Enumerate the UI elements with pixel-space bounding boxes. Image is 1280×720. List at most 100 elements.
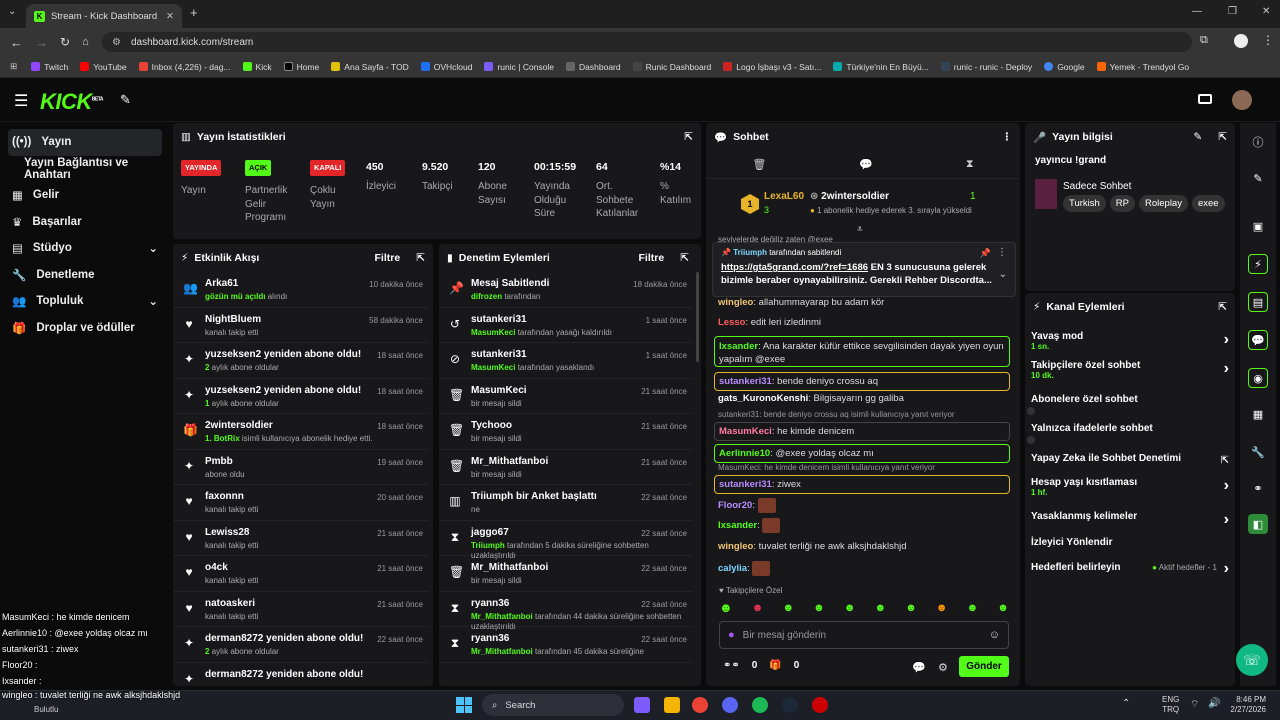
- emote-icon[interactable]: ☻: [875, 602, 887, 614]
- chat-message[interactable]: sutankeri31: ziwex: [714, 475, 1010, 494]
- emoji-picker-icon[interactable]: ☺: [989, 629, 1000, 641]
- stream-tag[interactable]: RP: [1109, 195, 1135, 212]
- activity-event-row[interactable]: ♥ faxonnn kanalı takip etti 20 saat önce: [173, 485, 429, 521]
- activity-event-row[interactable]: ✦ Pmbb abone oldu 19 saat önce: [173, 450, 429, 485]
- pin-tool-icon[interactable]: ✎: [120, 92, 131, 108]
- channel-action-row[interactable]: Yapay Zeka ile Sohbet Denetimi ⇱: [1031, 453, 1229, 466]
- moderation-row[interactable]: ⧗ jaggo67 Triiumph tarafından 5 dakika sür…: [439, 521, 693, 560]
- volume-icon[interactable]: 🔊: [1208, 698, 1220, 709]
- emote-icon[interactable]: ☻: [782, 602, 794, 614]
- reload-icon[interactable]: ↻: [60, 35, 70, 49]
- chat-username[interactable]: wingleo: [718, 541, 753, 552]
- moderation-scrollbar[interactable]: [696, 272, 699, 362]
- moderation-row[interactable]: 🗑 Tychooo bir mesajı sildi 21 saat önce: [439, 414, 693, 450]
- bookmark-item[interactable]: Türkiye'nin En Büyü...: [833, 62, 929, 72]
- moderation-row[interactable]: ⊘ sutankeri31 MasumKeci tarafından yasakla…: [439, 343, 693, 379]
- bookmark-item[interactable]: Twitch: [31, 62, 68, 72]
- chat-username[interactable]: Aerlinnie10: [719, 448, 770, 459]
- obs-icon[interactable]: [812, 697, 828, 713]
- chevron-right-icon[interactable]: ›: [1224, 477, 1229, 495]
- wrench-icon[interactable]: 🔧: [1248, 442, 1268, 462]
- bookmark-item[interactable]: Runic Dashboard: [632, 62, 711, 72]
- microphone-icon[interactable]: ●: [728, 629, 735, 641]
- chat-username[interactable]: MasumKeci: [719, 426, 772, 437]
- chat-tab-icon[interactable]: 💬: [859, 158, 873, 171]
- stream-tag[interactable]: Roleplay: [1139, 195, 1188, 212]
- moderation-row[interactable]: 🗑 Mr_Mithatfanboi bir mesajı sildi 22 saat …: [439, 556, 693, 592]
- top-gifter-name[interactable]: LexaL60: [764, 191, 804, 202]
- chat-input[interactable]: ● Bir mesaj gönderin ☺: [719, 621, 1009, 649]
- moderation-row[interactable]: ▥ Triiumph bir Anket başlattı ne 22 saat ön…: [439, 485, 693, 521]
- sidebar-item-yayin[interactable]: ((•)) Yayın: [8, 129, 162, 156]
- sidebar-item-stream-key[interactable]: Yayın Bağlantısı ve Anahtarı: [0, 156, 170, 183]
- chat-bubble-icon[interactable]: 💬: [912, 661, 926, 674]
- chat-username[interactable]: calylia: [718, 563, 747, 574]
- chat-username[interactable]: sutankeri31: [719, 479, 772, 490]
- bookmark-item[interactable]: runic | Console: [484, 62, 554, 72]
- channel-action-row[interactable]: Hesap yaşı kısıtlaması 1 hf. ›: [1031, 477, 1229, 497]
- moderation-row[interactable]: ⧗ ryann36 Mr_Mithatfanboi tarafından 44 da…: [439, 592, 693, 631]
- edit-icon[interactable]: ✎: [1193, 131, 1202, 143]
- support-icon[interactable]: ☏: [1236, 644, 1268, 676]
- chat-settings-icon[interactable]: ⚙: [938, 661, 948, 674]
- bookmark-item[interactable]: Google: [1044, 62, 1085, 72]
- channel-action-row[interactable]: Abonelere özel sohbet: [1031, 394, 1229, 405]
- emote-icon[interactable]: ☻: [844, 602, 856, 614]
- sidebar-item-gelir[interactable]: ▦ Gelir: [0, 182, 170, 209]
- document-icon[interactable]: ▤: [1248, 292, 1268, 312]
- popout-icon[interactable]: ⇱: [684, 131, 693, 143]
- activity-event-row[interactable]: 🎁 2wintersoldier 1. BotRix isimli kullanıc…: [173, 414, 429, 450]
- channel-action-row[interactable]: Yavaş mod 1 sn. ›: [1031, 331, 1229, 351]
- minimize-icon[interactable]: —: [1192, 6, 1202, 17]
- activity-event-row[interactable]: ✦ derman8272 yeniden abone oldu! 2 aylık a…: [173, 627, 429, 663]
- sidebar-item-droplar[interactable]: 🎁 Droplar ve ödüller: [0, 315, 170, 342]
- bookmark-item[interactable]: Logo İşbaşı v3 - Satı...: [723, 62, 821, 72]
- chat-username[interactable]: gats_KuronoKenshi: [718, 393, 808, 404]
- bookmark-item[interactable]: Inbox (4,226) - dag...: [138, 62, 231, 72]
- pinned-link[interactable]: https://gta5grand.com/?ref=1686: [721, 262, 868, 273]
- user-avatar[interactable]: [1232, 90, 1252, 110]
- moderation-row[interactable]: 🗑 MasumKeci bir mesajı sildi 21 saat önce: [439, 379, 693, 414]
- active-goals[interactable]: ● Aktif hedefler - 1: [1152, 563, 1217, 572]
- users-icon[interactable]: ⚭⚭: [723, 660, 740, 671]
- moderation-row[interactable]: ⧗ ryann36 Mr_Mithatfanboi tarafından 45 da…: [439, 627, 693, 663]
- pinned-menu-icon[interactable]: ⋮: [997, 247, 1007, 258]
- chat-menu-icon[interactable]: ⋮: [1002, 131, 1013, 143]
- forward-icon[interactable]: →: [35, 35, 48, 50]
- activity-event-row[interactable]: ✦ yuzseksen2 yeniden abone oldu! 1 aylık a…: [173, 379, 429, 414]
- chevron-right-icon[interactable]: ›: [1224, 560, 1229, 578]
- weather-label[interactable]: Bulutlu: [34, 705, 58, 714]
- back-icon[interactable]: ←: [10, 35, 23, 50]
- activity-event-row[interactable]: ✦ yuzseksen2 yeniden abone oldu! 2 aylık a…: [173, 343, 429, 379]
- chevron-right-icon[interactable]: ›: [1224, 360, 1229, 378]
- site-info-icon[interactable]: ⚙: [112, 37, 121, 48]
- chat-message[interactable]: Aerlinnie10: @exee yoldaş olcaz mı: [714, 444, 1010, 463]
- save-icon[interactable]: ▦: [1248, 404, 1268, 424]
- browser-tab[interactable]: K Stream - Kick Dashboard ✕: [26, 4, 182, 28]
- restore-icon[interactable]: ❐: [1228, 6, 1237, 17]
- emote-icon[interactable]: ☻: [997, 602, 1009, 614]
- emote-icon[interactable]: ☻: [936, 602, 948, 614]
- chrome-icon[interactable]: [692, 697, 708, 713]
- spotify-icon[interactable]: [752, 697, 768, 713]
- sidebar-item-denetleme[interactable]: 🔧 Denetleme: [0, 262, 170, 289]
- send-button[interactable]: Gönder: [959, 656, 1009, 677]
- kick-logo[interactable]: KICKBETA: [40, 89, 104, 115]
- chat-message[interactable]: Floor20:: [718, 498, 776, 513]
- wallet-icon[interactable]: [1198, 94, 1212, 104]
- bookmark-item[interactable]: YouTube: [80, 62, 127, 72]
- popout-icon[interactable]: ⇱: [1218, 131, 1227, 143]
- copilot-icon[interactable]: [634, 697, 650, 713]
- popout-icon[interactable]: ⇱: [416, 252, 425, 264]
- emote-icon[interactable]: ☻: [752, 602, 764, 614]
- tray-chevron-icon[interactable]: ⌃: [1122, 698, 1130, 709]
- sidebar-item-basarilar[interactable]: ♛ Başarılar: [0, 209, 170, 236]
- chat-username[interactable]: Floor20: [718, 500, 752, 511]
- channel-action-row[interactable]: Yasaklanmış kelimeler ›: [1031, 511, 1229, 528]
- chat-username[interactable]: Lesso: [718, 317, 745, 328]
- category-name[interactable]: Sadece Sohbet: [1063, 181, 1131, 192]
- bookmark-item[interactable]: Kick: [242, 62, 272, 72]
- steam-icon[interactable]: [782, 697, 798, 713]
- channel-action-row[interactable]: İzleyici Yönlendir: [1031, 537, 1229, 548]
- chat-message[interactable]: Lesso: edit leri izledinmi: [718, 317, 821, 328]
